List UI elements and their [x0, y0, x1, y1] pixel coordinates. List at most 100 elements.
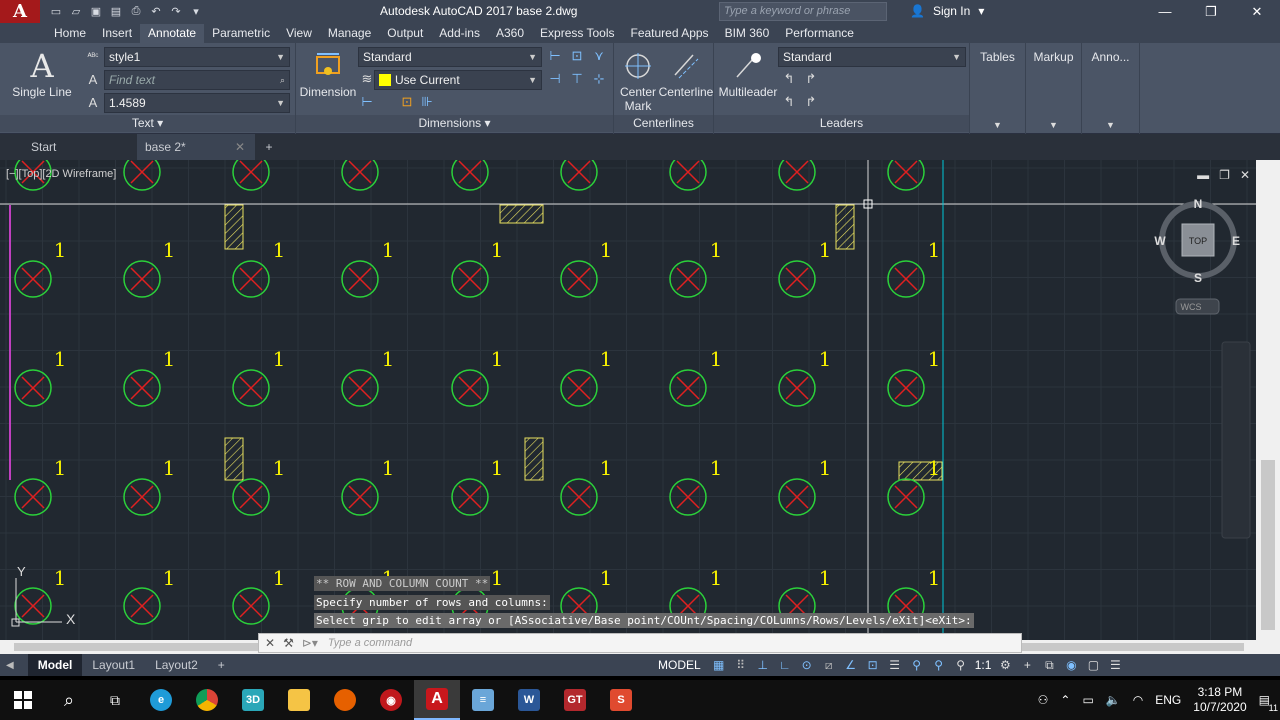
quick-dim-icon[interactable]: ⊢ — [546, 47, 564, 65]
autoscale-icon[interactable]: ⚲ — [953, 657, 969, 673]
text-style-select[interactable]: style1 ▼ — [104, 47, 290, 67]
tab-featured-apps[interactable]: Featured Apps — [623, 24, 717, 43]
taskbar-gt[interactable]: GT — [552, 680, 598, 720]
save-as-icon[interactable]: ▤ — [108, 4, 124, 20]
wrench-icon[interactable]: ⚒ — [283, 636, 294, 650]
battery-icon[interactable]: ▭ — [1082, 693, 1093, 707]
add-leader-icon[interactable]: ↰ — [780, 70, 798, 88]
mleader-style-select[interactable]: Standard ▼ — [778, 47, 966, 67]
taskbar-autocad[interactable]: A — [414, 680, 460, 720]
taskbar-firefox[interactable] — [322, 680, 368, 720]
tab-bim-360[interactable]: BIM 360 — [717, 24, 778, 43]
tab-express-tools[interactable]: Express Tools — [532, 24, 622, 43]
close-button[interactable]: ✕ — [1234, 0, 1280, 23]
multileader-button[interactable]: Multileader — [716, 47, 780, 99]
isolate-icon[interactable]: ⧉ — [1041, 657, 1057, 673]
continue-icon[interactable]: ⊣ — [546, 70, 564, 88]
clock[interactable]: 3:18 PM 10/7/2020 — [1193, 685, 1246, 715]
oblique-icon[interactable]: ⊪ — [418, 93, 436, 111]
dimension-button[interactable]: Dimension — [298, 47, 358, 99]
polar-icon[interactable]: ⊙ — [799, 657, 815, 673]
taskbar-explorer[interactable] — [276, 680, 322, 720]
new-tab-button[interactable]: + — [255, 134, 283, 160]
hardware-acceleration-icon[interactable]: ◉ — [1063, 657, 1079, 673]
drawing-viewport[interactable]: 111111111111111111111111111111111111 Y X… — [0, 153, 1256, 640]
taskbar-3dsmax[interactable]: 3D — [230, 680, 276, 720]
command-input[interactable]: Type a command — [328, 637, 412, 649]
markup-panel[interactable]: Markup ▼ — [1026, 43, 1082, 134]
tab-scroll-icon[interactable]: ◀ — [6, 660, 14, 671]
tab-insert[interactable]: Insert — [94, 24, 140, 43]
viewcube[interactable] — [1159, 201, 1237, 315]
tab-performance[interactable]: Performance — [777, 24, 862, 43]
tab-annotate[interactable]: Annotate — [140, 24, 205, 43]
annotation-icon[interactable]: ⚲ — [909, 657, 925, 673]
taskbar-recorder[interactable]: ◉ — [368, 680, 414, 720]
close-icon[interactable]: ✕ — [235, 140, 245, 154]
dimensions-panel-title[interactable]: Dimensions ▾ — [296, 115, 613, 132]
dropdown-icon[interactable]: ▾ — [188, 4, 204, 20]
find-text-input[interactable]: Find text ⌕ — [104, 70, 290, 90]
break-icon[interactable]: ⋎ — [590, 47, 608, 65]
text-height-select[interactable]: 1.4589 ▼ — [104, 93, 290, 113]
taskbar-slides[interactable]: S — [598, 680, 644, 720]
isodraft-icon[interactable]: ⧄ — [821, 657, 837, 673]
save-icon[interactable]: ▣ — [88, 4, 104, 20]
vp-minimize-icon[interactable]: ▬ — [1197, 168, 1209, 182]
infer-icon[interactable]: ⊥ — [755, 657, 771, 673]
navigation-bar[interactable] — [1221, 341, 1251, 539]
adjust-space-icon[interactable]: ⊤ — [568, 70, 586, 88]
open-icon[interactable]: ▱ — [68, 4, 84, 20]
annotation-visibility-icon[interactable]: ⚲ — [931, 657, 947, 673]
taskbar-word[interactable]: W — [506, 680, 552, 720]
lineweight-icon[interactable]: ☰ — [887, 657, 903, 673]
tab-view[interactable]: View — [278, 24, 320, 43]
viewcube-south[interactable]: S — [1194, 271, 1202, 285]
taskbar-notepad[interactable]: ≡ — [460, 680, 506, 720]
leaders-panel-title[interactable]: Leaders — [714, 115, 969, 132]
jog-icon[interactable]: ⊹ — [590, 70, 608, 88]
model-space-button[interactable]: MODEL — [654, 658, 705, 672]
layout-tab-layout1[interactable]: Layout1 — [82, 654, 145, 676]
close-icon[interactable]: ✕ — [265, 636, 275, 650]
viewcube-west[interactable]: W — [1154, 234, 1166, 248]
update-icon[interactable]: ⊡ — [398, 93, 416, 111]
people-icon[interactable]: ⚇ — [1038, 693, 1049, 707]
osnap-tracking-icon[interactable]: ∠ — [843, 657, 859, 673]
collect-icon[interactable]: ↱ — [802, 93, 820, 111]
new-icon[interactable]: ▭ — [48, 4, 64, 20]
customization-icon[interactable]: ☰ — [1107, 657, 1123, 673]
language-indicator[interactable]: ENG — [1155, 693, 1181, 707]
layout-tab-layout2[interactable]: Layout2 — [145, 654, 208, 676]
ortho-icon[interactable]: ∟ — [777, 657, 793, 673]
viewcube-north[interactable]: N — [1194, 197, 1203, 211]
plot-icon[interactable]: ⎙ — [128, 4, 144, 20]
vp-restore-icon[interactable]: ❐ — [1219, 168, 1230, 182]
command-line[interactable]: ✕ ⚒ ⊳▾ Type a command — [258, 633, 1022, 653]
annotation-scaling-panel[interactable]: Anno... ▼ — [1082, 43, 1140, 134]
notifications-icon[interactable]: ▤ 11 — [1259, 693, 1278, 713]
taskbar-chrome[interactable] — [184, 680, 230, 720]
application-menu-button[interactable]: A — [0, 0, 40, 23]
snap-icon[interactable]: ⠿ — [733, 657, 749, 673]
taskbar-edge[interactable]: e — [138, 680, 184, 720]
text-panel-title[interactable]: Text ▾ — [0, 115, 295, 132]
task-view-button[interactable]: ⧉ — [92, 680, 138, 720]
layout-tab-model[interactable]: Model — [27, 654, 83, 676]
centerline-button[interactable]: Centerline — [658, 47, 714, 99]
vertical-scrollbar[interactable] — [1256, 160, 1280, 640]
gear-icon[interactable]: ⚙ — [997, 657, 1013, 673]
undo-icon[interactable]: ↶ — [148, 4, 164, 20]
tab-add-ins[interactable]: Add-ins — [431, 24, 488, 43]
taskbar-search-button[interactable]: ⌕ — [46, 680, 92, 720]
minimize-button[interactable]: — — [1142, 0, 1188, 23]
restore-button[interactable]: ❐ — [1188, 0, 1234, 23]
redo-icon[interactable]: ↷ — [168, 4, 184, 20]
add-layout-button[interactable]: + — [208, 654, 235, 676]
tab-parametric[interactable]: Parametric — [204, 24, 278, 43]
inspect-icon[interactable]: ⊢ — [358, 93, 376, 111]
tab-manage[interactable]: Manage — [320, 24, 379, 43]
wifi-icon[interactable]: ◠ — [1133, 693, 1143, 707]
viewport-controls-label[interactable]: [−][Top][2D Wireframe] — [6, 168, 116, 180]
clean-screen-icon[interactable]: ▢ — [1085, 657, 1101, 673]
